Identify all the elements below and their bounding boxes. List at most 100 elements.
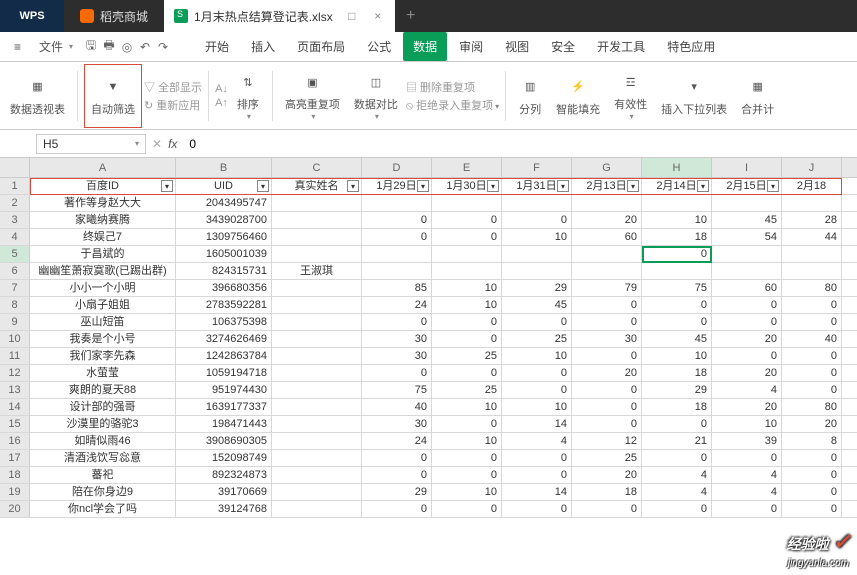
cell[interactable]: 4 — [712, 382, 782, 398]
cell[interactable]: 0 — [712, 450, 782, 466]
col-header-D[interactable]: D — [362, 158, 432, 177]
fx-cancel-icon[interactable]: ✕ — [152, 137, 162, 151]
cell[interactable]: 0 — [572, 501, 642, 517]
cell[interactable]: 30 — [362, 331, 432, 347]
cell[interactable]: 18 — [642, 229, 712, 245]
cell[interactable]: 10 — [502, 229, 572, 245]
cell[interactable]: 4 — [502, 433, 572, 449]
cell[interactable]: 0 — [502, 314, 572, 330]
document-tab[interactable]: 1月末热点结算登记表.xlsx □ × — [164, 0, 395, 32]
cell[interactable]: 陪在你身边9 — [30, 484, 176, 500]
file-menu[interactable]: 文件▾ — [31, 34, 81, 59]
cell[interactable]: 24 — [362, 433, 432, 449]
ribbon-consolidate[interactable]: ▦ 合并计 — [735, 64, 780, 128]
ribbon-smartfill[interactable]: ⚡ 智能填充 — [550, 64, 606, 128]
cell[interactable]: 蕃祀 — [30, 467, 176, 483]
sort-desc-icon[interactable]: A↑ — [215, 97, 228, 109]
row-header[interactable]: 8 — [0, 297, 30, 313]
col-header-H[interactable]: H — [642, 158, 712, 177]
cell[interactable] — [272, 246, 362, 262]
cell[interactable]: 王淑琪 — [272, 263, 362, 279]
select-all-corner[interactable] — [0, 158, 30, 177]
filter-header-G[interactable]: 2月13日▾ — [572, 178, 642, 194]
cell[interactable]: 爽朗的夏天88 — [30, 382, 176, 398]
cell[interactable] — [502, 263, 572, 279]
tab-close-icon[interactable]: × — [371, 9, 385, 23]
cell[interactable] — [272, 331, 362, 347]
cell[interactable] — [272, 314, 362, 330]
cell[interactable] — [642, 263, 712, 279]
cell[interactable]: 3439028700 — [176, 212, 272, 228]
cell[interactable] — [782, 195, 842, 211]
cell[interactable]: 80 — [782, 399, 842, 415]
cell[interactable]: 0 — [572, 399, 642, 415]
row-header[interactable]: 13 — [0, 382, 30, 398]
row-header[interactable]: 9 — [0, 314, 30, 330]
cell[interactable] — [782, 263, 842, 279]
qat-preview-icon[interactable]: ◎ — [119, 39, 135, 55]
tab-start[interactable]: 开始 — [195, 32, 239, 61]
cell[interactable]: 你ncl学会了吗 — [30, 501, 176, 517]
cell[interactable] — [502, 246, 572, 262]
cell[interactable]: 12 — [572, 433, 642, 449]
cell[interactable] — [272, 450, 362, 466]
cell[interactable]: 0 — [502, 365, 572, 381]
cell[interactable]: 30 — [572, 331, 642, 347]
cell[interactable] — [272, 365, 362, 381]
row-header[interactable]: 17 — [0, 450, 30, 466]
cell[interactable]: 29 — [502, 280, 572, 296]
tab-formula[interactable]: 公式 — [357, 32, 401, 61]
row-header[interactable]: 20 — [0, 501, 30, 517]
cell[interactable] — [712, 246, 782, 262]
cell[interactable]: 0 — [362, 450, 432, 466]
ribbon-reject-dup[interactable]: ⦸ 拒绝录入重复项▾ — [406, 97, 499, 113]
cell[interactable]: 3274626469 — [176, 331, 272, 347]
cell[interactable]: 75 — [362, 382, 432, 398]
ribbon-sort[interactable]: ⇅ 排序▾ — [230, 64, 266, 128]
cell[interactable]: 0 — [502, 501, 572, 517]
cell[interactable]: 39124768 — [176, 501, 272, 517]
cell[interactable]: 0 — [432, 467, 502, 483]
col-header-F[interactable]: F — [502, 158, 572, 177]
formula-input[interactable] — [183, 137, 851, 151]
cell[interactable]: 10 — [432, 280, 502, 296]
cell[interactable]: 30 — [362, 416, 432, 432]
cell[interactable]: 29 — [362, 484, 432, 500]
cell[interactable]: 10 — [432, 433, 502, 449]
ribbon-delete-dup[interactable]: ▤ 删除重复项 — [406, 79, 499, 95]
row-header[interactable]: 15 — [0, 416, 30, 432]
cell[interactable]: 0 — [362, 467, 432, 483]
fx-icon[interactable]: fx — [168, 137, 177, 151]
cell[interactable]: 20 — [572, 212, 642, 228]
cell[interactable]: 4 — [712, 484, 782, 500]
cell[interactable]: 0 — [642, 450, 712, 466]
cell[interactable] — [272, 195, 362, 211]
qat-redo-icon[interactable]: ↷ — [155, 39, 171, 55]
cell[interactable]: 0 — [782, 382, 842, 398]
row-header[interactable]: 7 — [0, 280, 30, 296]
cell[interactable]: 25 — [432, 382, 502, 398]
cell[interactable]: 0 — [432, 365, 502, 381]
cell[interactable]: 10 — [642, 212, 712, 228]
cell[interactable]: 45 — [502, 297, 572, 313]
cell[interactable]: 1639177337 — [176, 399, 272, 415]
row-header[interactable]: 12 — [0, 365, 30, 381]
cell[interactable]: 1309756460 — [176, 229, 272, 245]
ribbon-reapply[interactable]: ↻ 重新应用 — [144, 97, 202, 113]
cell[interactable]: 20 — [712, 365, 782, 381]
cell[interactable]: 20 — [782, 416, 842, 432]
filter-button[interactable]: ▾ — [161, 180, 173, 192]
cell[interactable]: 0 — [572, 314, 642, 330]
cell[interactable]: 198471443 — [176, 416, 272, 432]
filter-header-F[interactable]: 1月31日▾ — [502, 178, 572, 194]
filter-button[interactable]: ▾ — [487, 180, 499, 192]
row-header[interactable]: 2 — [0, 195, 30, 211]
ribbon-pivot[interactable]: ▦ 数据透视表 — [4, 64, 71, 128]
qat-save-icon[interactable]: 🖫 — [83, 39, 99, 55]
filter-header-J[interactable]: 2月18 — [782, 178, 842, 194]
cell[interactable]: 892324873 — [176, 467, 272, 483]
cell[interactable]: 家曦纳赛腾 — [30, 212, 176, 228]
cell[interactable]: 10 — [432, 399, 502, 415]
cell[interactable]: 0 — [432, 416, 502, 432]
cell[interactable]: 幽幽笙萧寂寞歌(已踢出群) — [30, 263, 176, 279]
